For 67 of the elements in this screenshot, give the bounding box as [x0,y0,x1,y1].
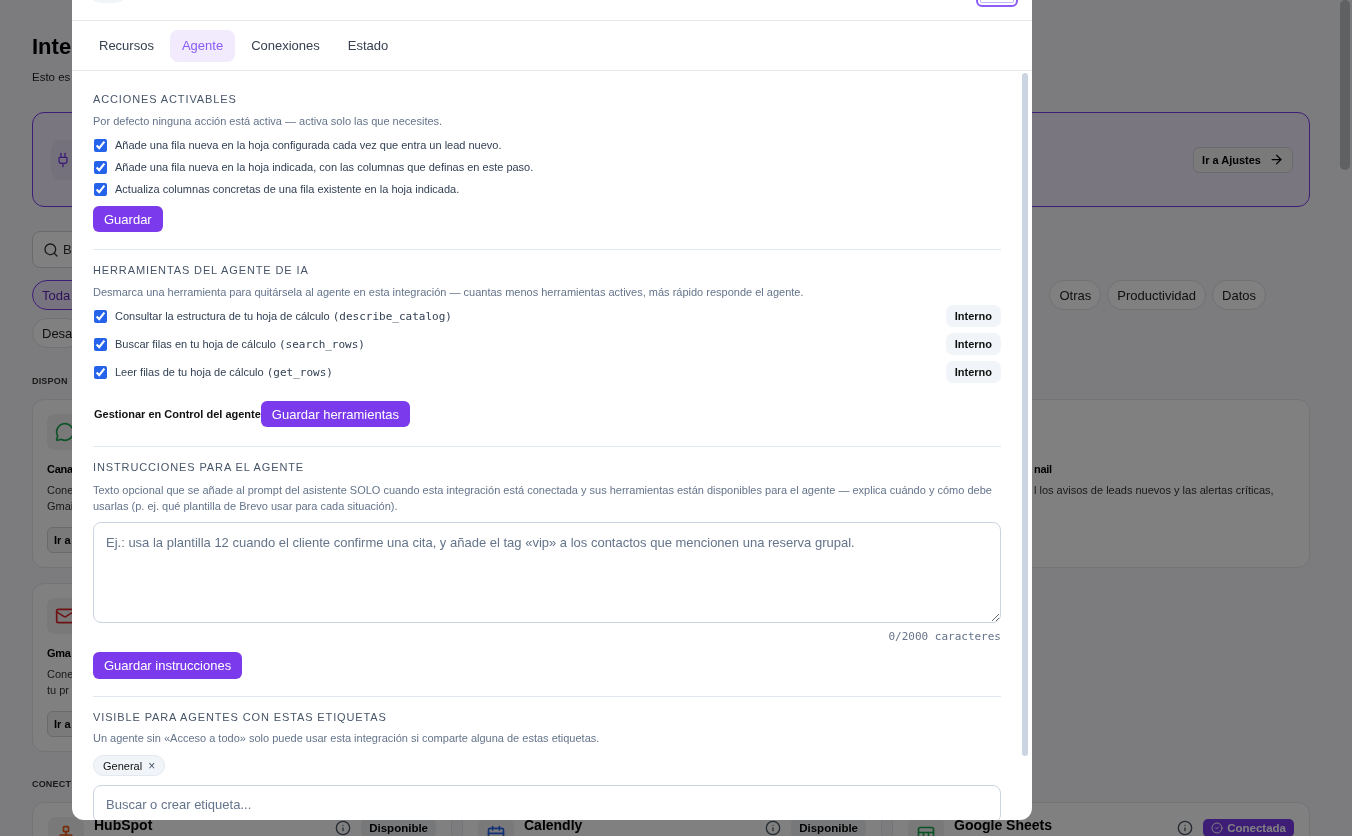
instructions-field[interactable]: Ej.: usa la plantilla 12 cuando el cliente confirme una cita, y añade el tag «vip» a los contactos que mencionen una reserva grupal. [93,522,1001,623]
integration-name: Calendly [524,817,584,833]
section-heading: CONECT [32,778,72,791]
info-icon[interactable] [1177,820,1194,836]
integration-name: HubSpot [94,817,154,833]
card-description: Gmai [47,499,74,514]
scrollbar-thumb[interactable] [1340,0,1350,170]
section-heading: HERRAMIENTAS DEL AGENTE DE IA [93,263,309,277]
tool-badge: Interno [945,333,1001,355]
arrow-right-icon [1269,152,1284,167]
remove-tag-button[interactable]: × [148,758,156,773]
section-heading: INSTRUCCIONES PARA EL AGENTE [93,460,305,474]
checkbox-label: Buscar filas en tu hoja de cálculo (search_rows) [115,337,366,351]
checkbox[interactable] [94,182,107,196]
card-title: Cana [47,462,73,476]
card-description: Cone [47,667,74,682]
tag-search-field[interactable]: Buscar o crear etiqueta... [93,785,1001,820]
info-icon[interactable] [765,820,782,836]
page-title: Inte [32,33,72,61]
envelope-icon [55,606,75,626]
checkbox-label: Añade una fila nueva en la hoja configurada cada vez que entra un lead nuevo. [115,139,503,151]
checkbox[interactable] [94,337,107,351]
search-placeholder: B [63,242,72,257]
tool-badge: Interno [945,361,1001,383]
status-badge: Conectada [1203,819,1294,836]
card-description: Cone [47,483,74,498]
section-description: Un agente sin «Acceso a todo» solo puede usar esta integración si comparte alguna de estas etiquetas. [93,731,601,746]
section-description: Texto opcional que se añade al prompt del asistente SOLO cuando esta integración está conectada y sus herramientas están disponibles para el agente — explica cuándo y cómo debe usarlas (p. ej. qué plantilla de Brevo usar para cada situación). [93,483,993,514]
section-description: Por defecto ninguna acción está activa — activa solo las que necesites. [93,114,444,129]
save-button[interactable]: Guardar [93,206,163,232]
filter-chip[interactable]: Otras [1049,280,1102,310]
scrollbar-thumb[interactable] [1022,73,1028,756]
card-description: l los avisos de leads nuevos y las alertas críticas, [1034,483,1274,498]
checkbox[interactable] [94,309,107,323]
card-title: nail [1034,462,1052,476]
checkbox-label: Añade una fila nueva en la hoja indicada, con las columnas que definas en este paso. [115,161,535,173]
checkbox-label: Actualiza columnas concretas de una fila existente en la hoja indicada. [115,183,461,195]
tag-label: General [103,759,143,772]
save-instructions-button[interactable]: Guardar instrucciones [93,652,243,679]
card-description: tu pr [47,683,69,698]
tool-badge: Interno [945,305,1001,327]
page-subtitle: Esto es [32,70,71,84]
save-tools-button[interactable]: Guardar herramientas [260,401,411,427]
chat-bubble-icon [55,422,75,442]
tab[interactable]: Agente [169,29,236,62]
plug-icon [55,151,71,168]
search-icon [43,241,59,258]
card-title: Gma [47,646,71,660]
character-counter: 0/2000 caracteres [888,630,1001,644]
tab[interactable]: Estado [335,29,401,62]
checkbox[interactable] [94,365,107,379]
settings-button[interactable]: Ir a Ajustes [1193,146,1293,173]
check-circle-icon [1211,822,1224,834]
checkbox-label: Leer filas de tu hoja de cálculo (get_rows) [115,365,334,379]
section-heading: ACCIONES ACTIVABLES [93,92,237,106]
checkbox[interactable] [94,138,107,152]
checkbox[interactable] [94,160,107,174]
tab[interactable]: Conexiones [239,29,332,62]
section-heading: DISPON [32,375,68,388]
filter-chip[interactable]: Datos [1212,280,1266,310]
section-heading: VISIBLE PARA AGENTES CON ESTAS ETIQUETAS [93,710,387,724]
manage-link[interactable]: Gestionar en Control del agente [94,408,261,420]
info-icon[interactable] [335,820,352,836]
checkbox-label: Consultar la estructura de tu hoja de cálculo (describe_catalog) [115,309,453,323]
filter-chip[interactable]: Productividad [1107,280,1207,310]
integration-name: Google Sheets [954,817,1054,833]
tab[interactable]: Recursos [87,29,166,62]
